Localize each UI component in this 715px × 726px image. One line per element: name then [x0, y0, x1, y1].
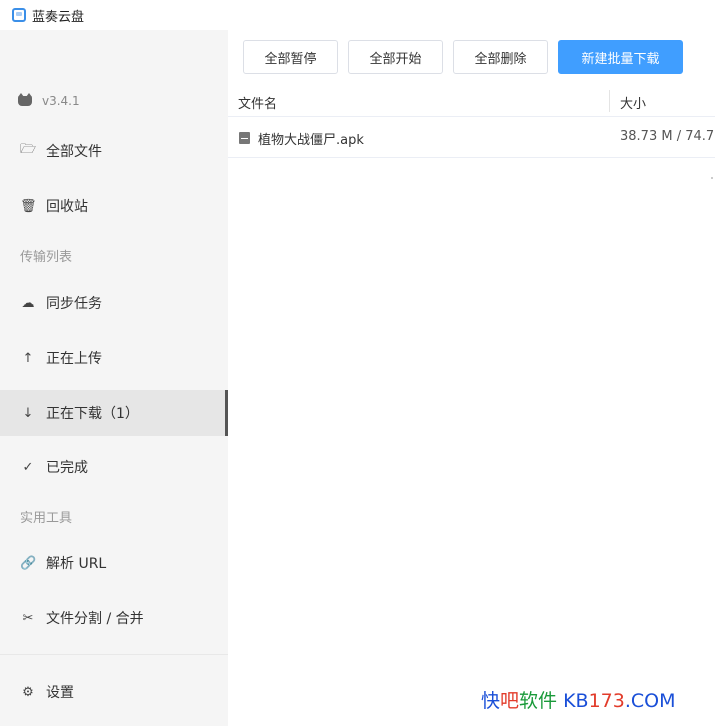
sidebar-item-split-merge[interactable]: ✂ 文件分割 / 合并 [0, 595, 228, 641]
sidebar-item-completed[interactable]: ✓ 已完成 [0, 444, 228, 490]
sidebar-item-label: 正在上传 [46, 351, 102, 367]
scroll-indicator-dot [711, 177, 713, 179]
pause-all-button[interactable]: 全部暂停 [243, 40, 338, 74]
column-header-size[interactable]: 大小 [620, 93, 646, 112]
sidebar-item-parse-url[interactable]: 🔗 解析 URL [0, 540, 228, 586]
sidebar: v3.4.1 🗁 全部文件 🗑 回收站 传输列表 ☁ 同步任务 ↑ 正在上传 ↓… [0, 30, 228, 726]
sidebar-item-label: 文件分割 / 合并 [46, 611, 144, 627]
sidebar-item-label: 全部文件 [46, 144, 102, 160]
scissors-icon: ✂ [22, 610, 34, 626]
watermark-part: KB [557, 690, 589, 712]
watermark-part: .COM [624, 690, 676, 712]
cloud-download-icon: ↓ [22, 405, 34, 421]
cloud-upload-icon: ↑ [22, 350, 34, 366]
sidebar-item-label: 解析 URL [46, 556, 107, 572]
file-icon [239, 132, 250, 144]
start-all-button[interactable]: 全部开始 [348, 40, 443, 74]
cloud-sync-icon: ☁ [21, 295, 35, 311]
table-row[interactable]: 植物大战僵尸.apk 38.73 M / 74.75 M [228, 118, 715, 158]
section-label-tools: 实用工具 [20, 511, 73, 526]
file-size: 38.73 M / 74.75 M [620, 129, 715, 144]
app-title: 蓝奏云盘 [32, 9, 85, 25]
column-header-name[interactable]: 文件名 [238, 93, 277, 112]
folder-open-icon: 🗁 [20, 142, 37, 157]
watermark: 快吧软件 KB173.COM [481, 686, 676, 713]
sidebar-item-label: 回收站 [46, 199, 88, 215]
delete-all-button[interactable]: 全部删除 [453, 40, 548, 74]
check-circle-icon: ✓ [22, 459, 34, 475]
trash-icon: 🗑 [20, 198, 37, 214]
title-bar: 蓝奏云盘 [0, 0, 715, 30]
sidebar-item-settings[interactable]: ⚙ 设置 [0, 669, 228, 715]
toolbar: 全部暂停 全部开始 全部删除 新建批量下载 [243, 40, 693, 74]
new-batch-download-button[interactable]: 新建批量下载 [558, 40, 683, 74]
sidebar-item-sync-tasks[interactable]: ☁ 同步任务 [0, 280, 228, 326]
sidebar-item-label: 设置 [46, 685, 74, 701]
sidebar-item-downloading[interactable]: ↓ 正在下载（1） [0, 390, 228, 436]
column-resize-handle[interactable] [609, 90, 610, 112]
gear-icon: ⚙ [22, 684, 34, 700]
sidebar-divider [0, 654, 228, 655]
watermark-part: 173 [588, 690, 625, 712]
github-cat-icon [18, 93, 32, 106]
watermark-part: 快 [481, 690, 501, 712]
sidebar-item-uploading[interactable]: ↑ 正在上传 [0, 335, 228, 381]
sidebar-item-recycle-bin[interactable]: 🗑 回收站 [0, 183, 228, 229]
version-label: v3.4.1 [18, 93, 80, 108]
sidebar-item-all-files[interactable]: 🗁 全部文件 [0, 128, 228, 174]
sidebar-item-label: 同步任务 [46, 296, 102, 312]
watermark-part: 吧 [500, 690, 520, 712]
version-text: v3.4.1 [42, 94, 80, 108]
sidebar-item-label: 正在下载（1） [46, 406, 139, 422]
table-header: 文件名 大小 [228, 86, 715, 117]
app-logo-icon [12, 8, 26, 22]
file-name: 植物大战僵尸.apk [258, 133, 364, 148]
watermark-part: 软件 [519, 690, 558, 712]
link-icon: 🔗 [20, 555, 37, 571]
sidebar-item-label: 已完成 [46, 460, 88, 476]
section-label-transfer: 传输列表 [20, 250, 73, 265]
